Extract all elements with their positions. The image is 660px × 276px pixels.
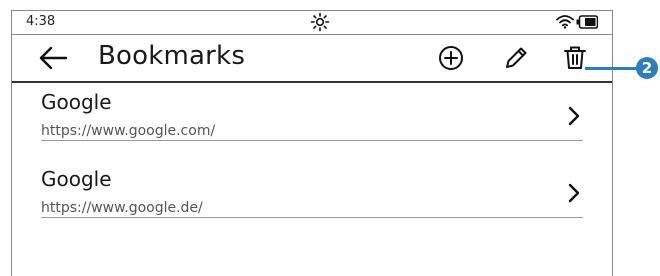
page-title: Bookmarks	[98, 41, 246, 71]
chevron-right-icon[interactable]	[567, 182, 581, 204]
status-time: 4:38	[26, 14, 56, 29]
device-screen: 4:38 Bookmarks Google https://www.google…	[11, 10, 613, 276]
bookmark-name: Google	[41, 90, 112, 114]
battery-icon	[576, 15, 598, 29]
bookmark-name: Google	[41, 167, 112, 191]
add-bookmark-button[interactable]	[436, 43, 466, 73]
bookmark-url: https://www.google.de/	[41, 200, 203, 216]
bookmark-item[interactable]: Google https://www.google.de/	[41, 167, 583, 218]
bookmark-url: https://www.google.com/	[41, 123, 216, 139]
wifi-icon	[556, 15, 574, 29]
edit-bookmarks-button[interactable]	[501, 43, 531, 73]
chevron-right-icon[interactable]	[567, 105, 581, 127]
plus-circle-icon	[439, 46, 463, 70]
status-bar: 4:38	[12, 11, 612, 33]
trash-icon	[564, 46, 586, 69]
toolbar: Bookmarks	[12, 34, 612, 83]
arrow-left-icon[interactable]	[38, 45, 68, 71]
bookmark-item[interactable]: Google https://www.google.com/	[41, 90, 583, 141]
sun-icon	[310, 12, 330, 32]
pencil-icon	[506, 47, 527, 68]
callout-line	[585, 67, 639, 70]
callout-badge: 2	[636, 57, 658, 79]
